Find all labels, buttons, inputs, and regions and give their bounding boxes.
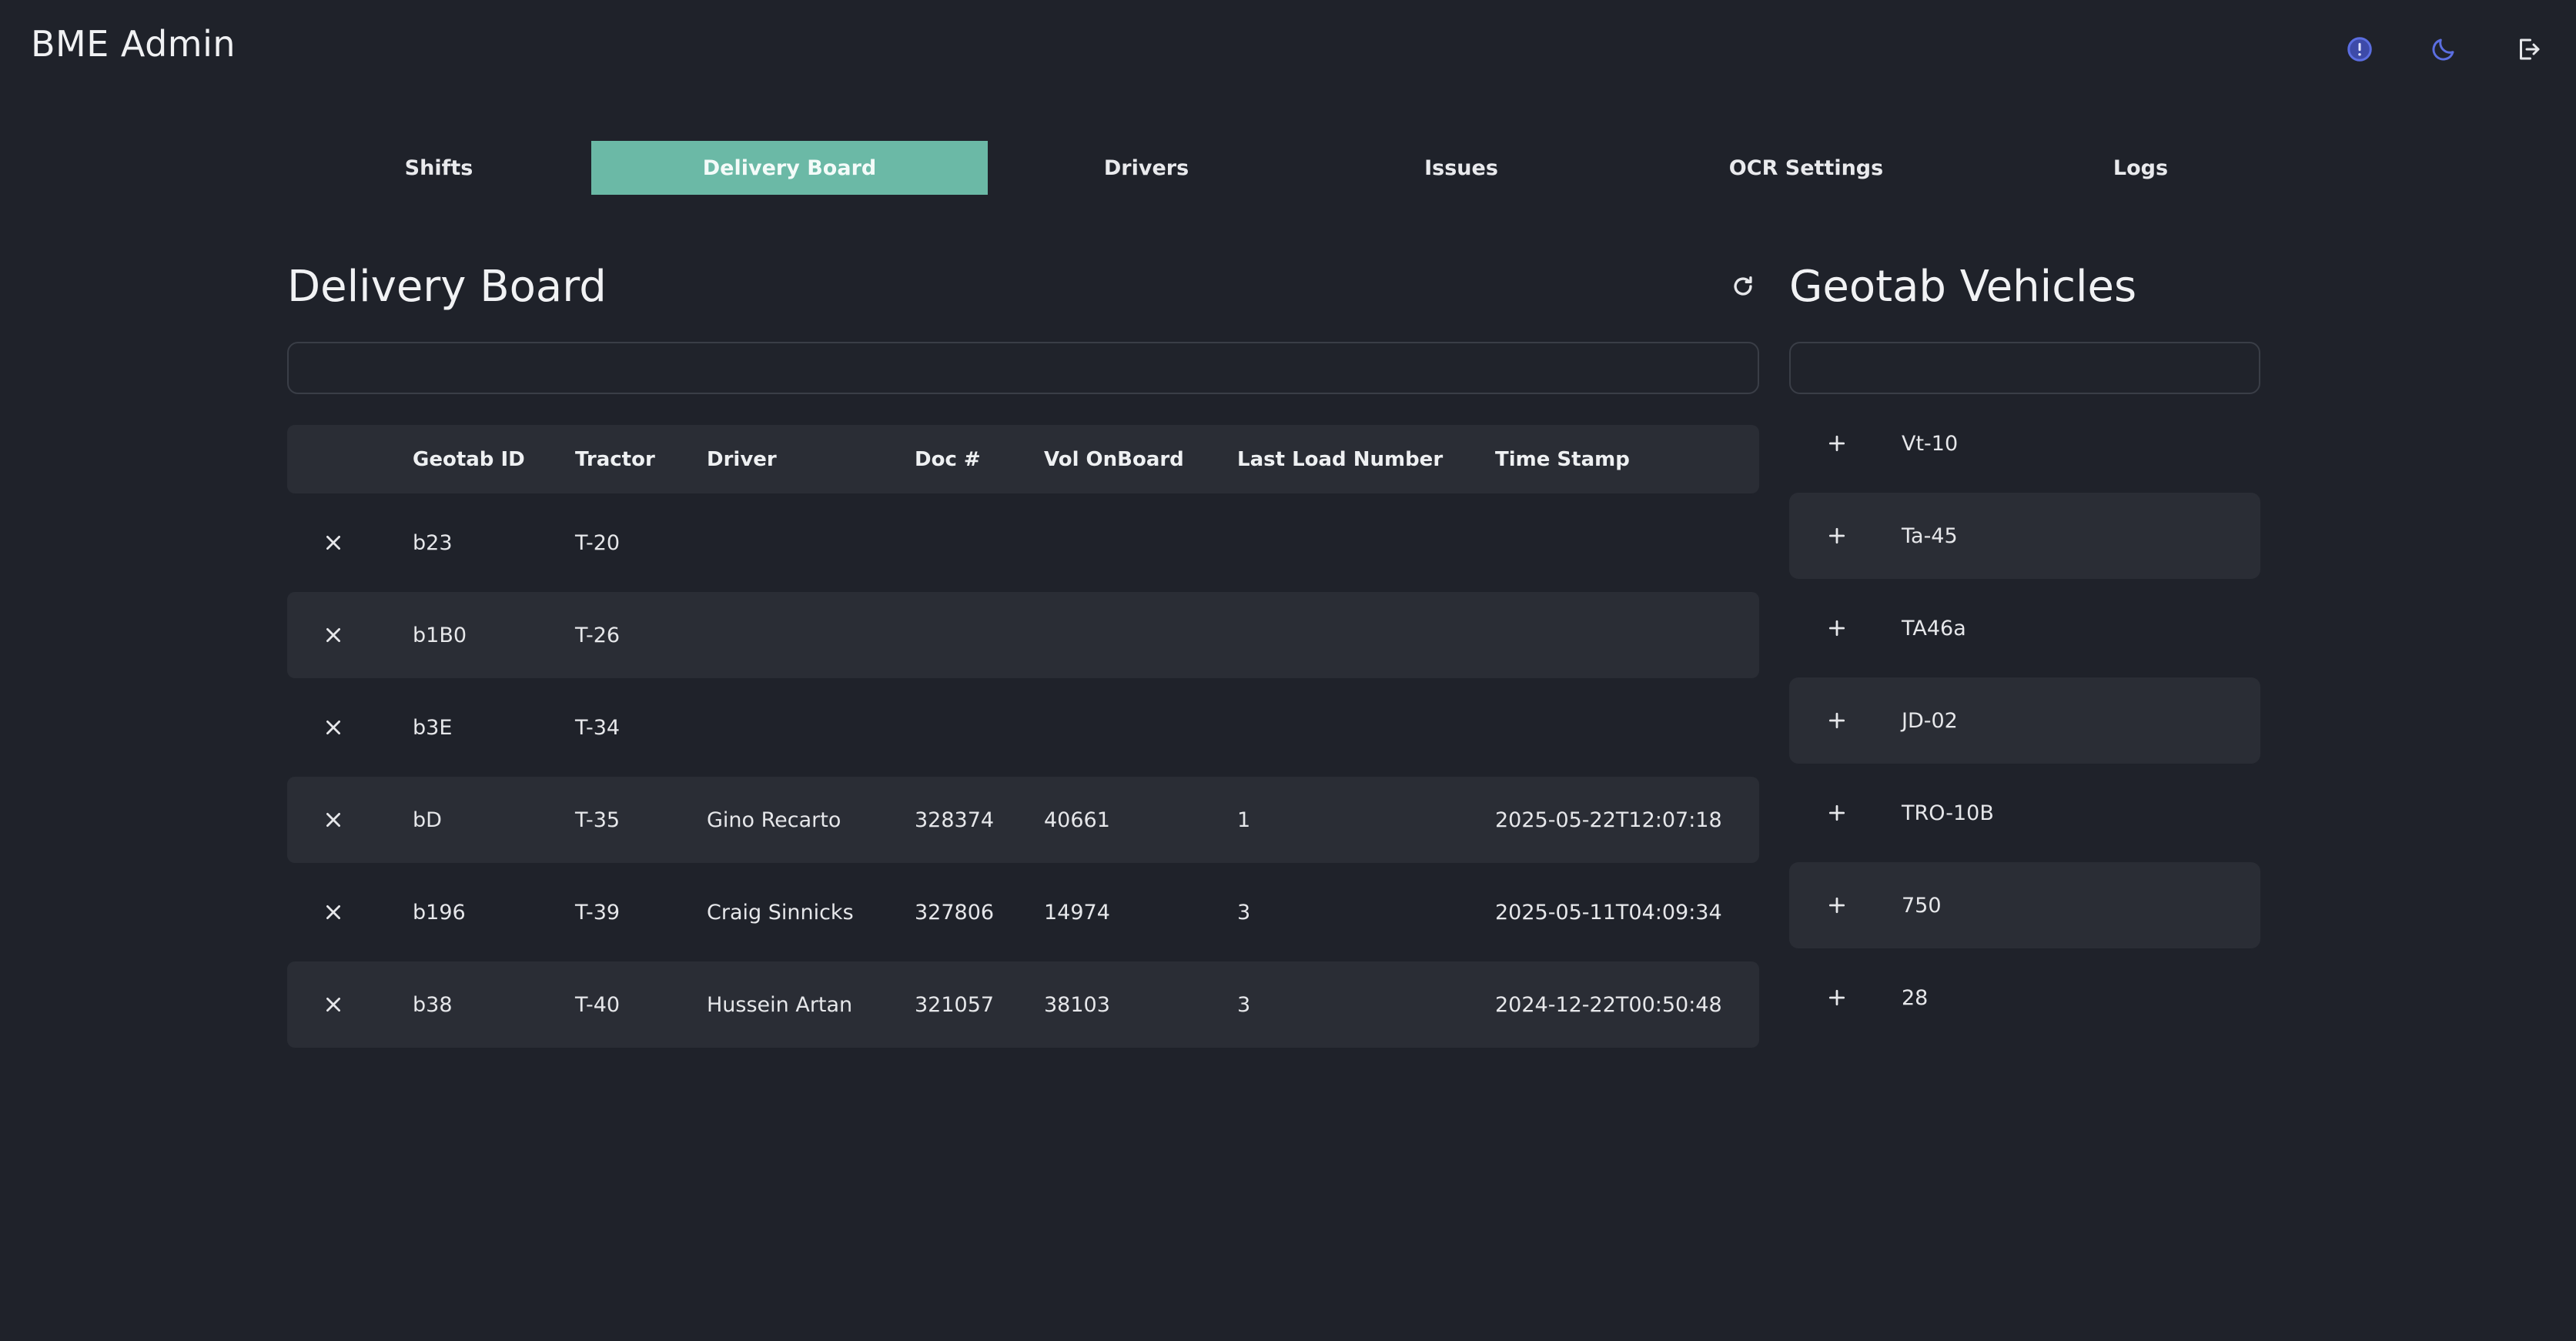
vehicle-label: 28 xyxy=(1902,985,1929,1010)
cell-tractor: T-20 xyxy=(575,530,621,555)
tab-delivery-board[interactable]: Delivery Board xyxy=(591,141,988,195)
cell-last-load-number: 3 xyxy=(1237,900,1251,925)
plus-icon[interactable] xyxy=(1822,428,1852,459)
cell-doc: 327806 xyxy=(915,900,995,925)
cell-tractor: T-26 xyxy=(575,623,621,647)
cell-driver: Craig Sinnicks xyxy=(707,900,854,925)
column-header-vol-onboard[interactable]: Vol OnBoard xyxy=(1044,425,1184,493)
tab-logs[interactable]: Logs xyxy=(1995,141,2287,195)
close-icon[interactable] xyxy=(318,804,349,835)
cell-doc: 321057 xyxy=(915,992,995,1017)
table-header: Geotab ID Tractor Driver Doc # Vol OnBoa… xyxy=(287,425,1759,493)
list-item: 28 xyxy=(1789,955,2260,1041)
list-item: JD-02 xyxy=(1789,677,2260,764)
table-row: b1B0 T-26 xyxy=(287,592,1759,678)
cell-tractor: T-34 xyxy=(575,715,621,740)
tab-drivers[interactable]: Drivers xyxy=(988,141,1305,195)
cell-vol-onboard: 14974 xyxy=(1044,900,1110,925)
column-header-last-load-number[interactable]: Last Load Number xyxy=(1237,425,1443,493)
vehicle-label: JD-02 xyxy=(1902,708,1958,733)
tab-ocr-settings[interactable]: OCR Settings xyxy=(1618,141,1995,195)
cell-time-stamp: 2025-05-11T04:09:34 xyxy=(1495,900,1722,925)
plus-icon[interactable] xyxy=(1822,705,1852,736)
table-row: b196 T-39 Craig Sinnicks 327806 14974 3 … xyxy=(287,869,1759,955)
logout-icon[interactable] xyxy=(2512,32,2546,66)
vehicle-label: Vt-10 xyxy=(1902,431,1959,456)
cell-tractor: T-35 xyxy=(575,808,621,832)
close-icon[interactable] xyxy=(318,897,349,928)
plus-icon[interactable] xyxy=(1822,798,1852,828)
column-header-geotab-id[interactable]: Geotab ID xyxy=(413,425,525,493)
table-row: bD T-35 Gino Recarto 328374 40661 1 2025… xyxy=(287,777,1759,863)
column-header-time-stamp[interactable]: Time Stamp xyxy=(1495,425,1630,493)
delivery-board-title: Delivery Board xyxy=(287,262,607,312)
close-icon[interactable] xyxy=(318,712,349,743)
main-nav: Shifts Delivery Board Drivers Issues OCR… xyxy=(286,141,2287,195)
geotab-vehicles-list: Vt-10 Ta-45 TA46a JD-02 TRO-10B 750 28 xyxy=(1789,394,2260,1041)
cell-doc: 328374 xyxy=(915,808,995,832)
info-icon[interactable] xyxy=(2343,32,2377,66)
plus-icon[interactable] xyxy=(1822,613,1852,644)
plus-icon[interactable] xyxy=(1822,890,1852,921)
app-title: BME Admin xyxy=(31,23,236,65)
cell-geotab-id: b1B0 xyxy=(413,623,467,647)
cell-geotab-id: b38 xyxy=(413,992,453,1017)
column-header-doc[interactable]: Doc # xyxy=(915,425,981,493)
cell-driver: Hussein Artan xyxy=(707,992,853,1017)
refresh-icon[interactable] xyxy=(1728,271,1758,302)
table-row: b3E T-34 xyxy=(287,684,1759,771)
column-header-driver[interactable]: Driver xyxy=(707,425,777,493)
cell-time-stamp: 2025-05-22T12:07:18 xyxy=(1495,808,1722,832)
tab-issues[interactable]: Issues xyxy=(1305,141,1618,195)
close-icon[interactable] xyxy=(318,527,349,558)
delivery-board-table: Geotab ID Tractor Driver Doc # Vol OnBoa… xyxy=(287,425,1759,1048)
column-header-tractor[interactable]: Tractor xyxy=(575,425,655,493)
vehicle-label: TA46a xyxy=(1902,616,1966,640)
plus-icon[interactable] xyxy=(1822,982,1852,1013)
vehicle-label: 750 xyxy=(1902,893,1942,918)
cell-driver: Gino Recarto xyxy=(707,808,841,832)
list-item: TA46a xyxy=(1789,585,2260,671)
cell-time-stamp: 2024-12-22T00:50:48 xyxy=(1495,992,1722,1017)
cell-vol-onboard: 40661 xyxy=(1044,808,1110,832)
vehicle-label: Ta-45 xyxy=(1902,523,1958,548)
cell-geotab-id: b23 xyxy=(413,530,453,555)
plus-icon[interactable] xyxy=(1822,520,1852,551)
cell-geotab-id: bD xyxy=(413,808,442,832)
close-icon[interactable] xyxy=(318,989,349,1020)
moon-icon[interactable] xyxy=(2427,32,2461,66)
cell-last-load-number: 3 xyxy=(1237,992,1251,1017)
cell-tractor: T-39 xyxy=(575,900,621,925)
cell-geotab-id: b3E xyxy=(413,715,453,740)
geotab-vehicles-search-input[interactable] xyxy=(1789,342,2260,394)
list-item: 750 xyxy=(1789,862,2260,948)
close-icon[interactable] xyxy=(318,620,349,650)
list-item: TRO-10B xyxy=(1789,770,2260,856)
geotab-vehicles-title: Geotab Vehicles xyxy=(1789,262,2137,312)
vehicle-label: TRO-10B xyxy=(1902,801,1994,825)
top-bar: BME Admin xyxy=(0,0,2576,100)
cell-vol-onboard: 38103 xyxy=(1044,992,1110,1017)
delivery-board-search-input[interactable] xyxy=(287,342,1759,394)
table-row: b38 T-40 Hussein Artan 321057 38103 3 20… xyxy=(287,961,1759,1048)
cell-last-load-number: 1 xyxy=(1237,808,1251,832)
cell-geotab-id: b196 xyxy=(413,900,466,925)
list-item: Vt-10 xyxy=(1789,400,2260,487)
tab-shifts[interactable]: Shifts xyxy=(286,141,591,195)
cell-tractor: T-40 xyxy=(575,992,621,1017)
list-item: Ta-45 xyxy=(1789,493,2260,579)
table-row: b23 T-20 xyxy=(287,500,1759,586)
